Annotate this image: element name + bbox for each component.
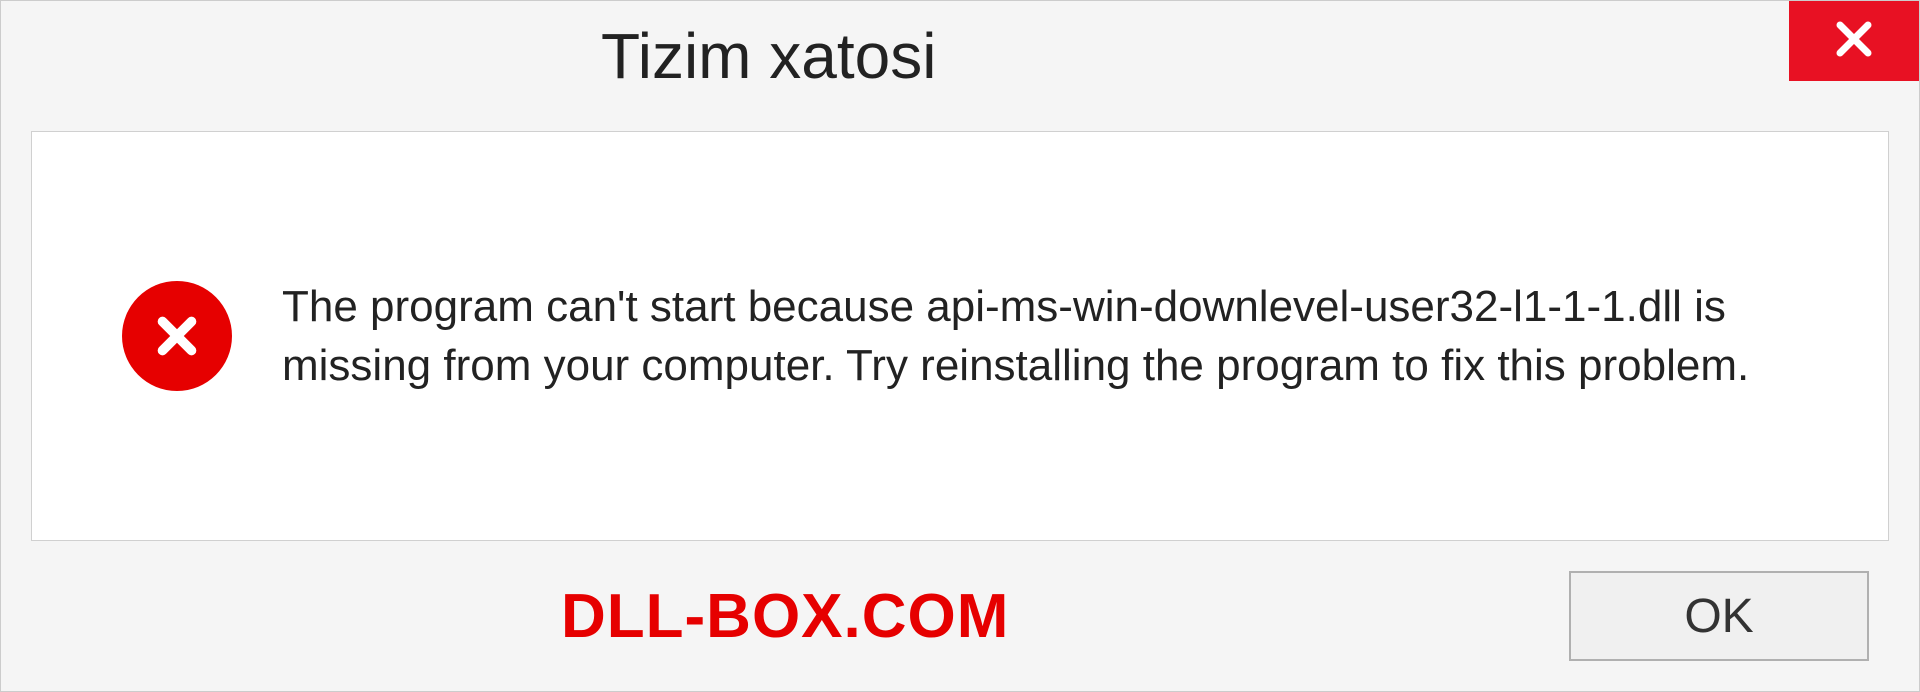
close-icon [1830,15,1878,68]
close-button[interactable] [1789,1,1919,81]
error-message: The program can't start because api-ms-w… [282,277,1828,396]
ok-button[interactable]: OK [1569,571,1869,661]
titlebar: Tizim xatosi [1,1,1919,121]
content-panel: The program can't start because api-ms-w… [31,131,1889,541]
dialog-footer: DLL-BOX.COM OK [1,541,1919,691]
error-icon [122,281,232,391]
error-dialog: Tizim xatosi The program can't start bec… [0,0,1920,692]
dialog-title: Tizim xatosi [1,1,936,93]
watermark-text: DLL-BOX.COM [561,581,1009,652]
